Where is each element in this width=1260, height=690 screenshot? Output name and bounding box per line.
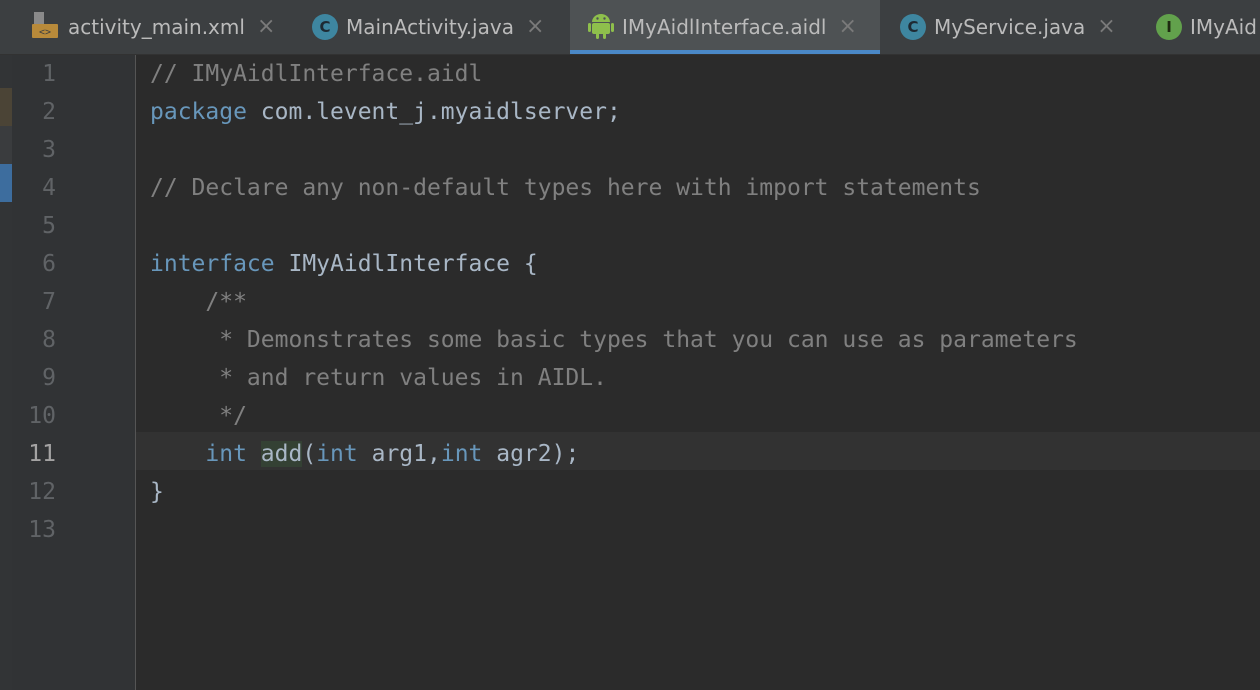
open-paren: ( xyxy=(302,441,317,467)
tab-activity-main-xml[interactable]: <> activity_main.xml × xyxy=(0,0,298,54)
android-icon xyxy=(588,10,614,45)
code-line-2[interactable]: package com.levent_j.myaidlserver; xyxy=(150,93,621,131)
line-number: 4 xyxy=(42,175,56,201)
line-number: 7 xyxy=(42,289,56,315)
param-agr2: agr2); xyxy=(482,441,580,467)
keyword-package: package xyxy=(150,99,247,125)
line-number: 3 xyxy=(42,137,56,163)
code-line-8[interactable]: * Demonstrates some basic types that you… xyxy=(150,321,1078,359)
class-icon: C xyxy=(312,14,338,40)
tab-label: IMyAid xyxy=(1190,15,1257,39)
tab-label: MainActivity.java xyxy=(346,15,514,39)
tab-label: IMyAidlInterface.aidl xyxy=(622,15,827,39)
tab-label: activity_main.xml xyxy=(68,15,245,39)
close-icon[interactable]: × xyxy=(526,16,544,38)
svg-text:<>: <> xyxy=(39,27,51,38)
package-name: com.levent_j.myaidlserver; xyxy=(246,99,621,125)
tab-imyaidlinterface-java[interactable]: I IMyAid xyxy=(1138,0,1260,54)
line-number: 12 xyxy=(28,479,56,505)
code-line-1[interactable]: // IMyAidlInterface.aidl xyxy=(150,55,482,93)
line-number: 5 xyxy=(42,213,56,239)
tab-main-activity-java[interactable]: C MainActivity.java × xyxy=(298,0,570,54)
code-line-11[interactable]: int add(int arg1,int agr2); xyxy=(150,435,579,473)
gutter-marker xyxy=(0,126,12,164)
interface-declaration: IMyAidlInterface { xyxy=(274,251,538,277)
code-editor[interactable]: // IMyAidlInterface.aidl package com.lev… xyxy=(136,55,1260,690)
close-icon[interactable]: × xyxy=(1097,16,1115,38)
editor-tab-bar: <> activity_main.xml × C MainActivity.ja… xyxy=(0,0,1260,55)
line-number: 13 xyxy=(28,517,56,543)
line-number: 1 xyxy=(42,61,56,87)
line-number: 10 xyxy=(28,403,56,429)
interface-icon: I xyxy=(1156,14,1182,40)
xml-layout-icon: <> xyxy=(30,10,60,45)
keyword-interface: interface xyxy=(150,251,275,277)
changed-line-marker[interactable] xyxy=(0,164,12,202)
keyword-int: int xyxy=(205,441,247,467)
line-number: 2 xyxy=(42,99,56,125)
modified-line-marker xyxy=(0,88,12,126)
close-icon[interactable]: × xyxy=(257,16,275,38)
line-number: 6 xyxy=(42,251,56,277)
code-line-12[interactable]: } xyxy=(150,473,164,511)
line-number: 8 xyxy=(42,327,56,353)
close-icon[interactable]: × xyxy=(838,16,856,38)
code-line-10[interactable]: */ xyxy=(150,397,247,435)
code-line-9[interactable]: * and return values in AIDL. xyxy=(150,359,607,397)
line-number: 9 xyxy=(42,365,56,391)
code-line-6[interactable]: interface IMyAidlInterface { xyxy=(150,245,538,283)
class-icon: C xyxy=(900,14,926,40)
method-name-add[interactable]: add xyxy=(260,441,303,467)
keyword-int: int xyxy=(316,441,358,467)
keyword-int: int xyxy=(440,441,483,467)
code-line-7[interactable]: /** xyxy=(150,283,247,321)
tab-imyaidlinterface-aidl[interactable]: IMyAidlInterface.aidl × xyxy=(570,0,880,54)
tab-myservice-java[interactable]: C MyService.java × xyxy=(880,0,1138,54)
param-arg1: arg1, xyxy=(357,441,441,467)
code-line-4[interactable]: // Declare any non-default types here wi… xyxy=(150,169,981,207)
active-tab-indicator xyxy=(570,50,880,54)
tab-label: MyService.java xyxy=(934,15,1086,39)
line-number-current: 11 xyxy=(28,441,56,467)
